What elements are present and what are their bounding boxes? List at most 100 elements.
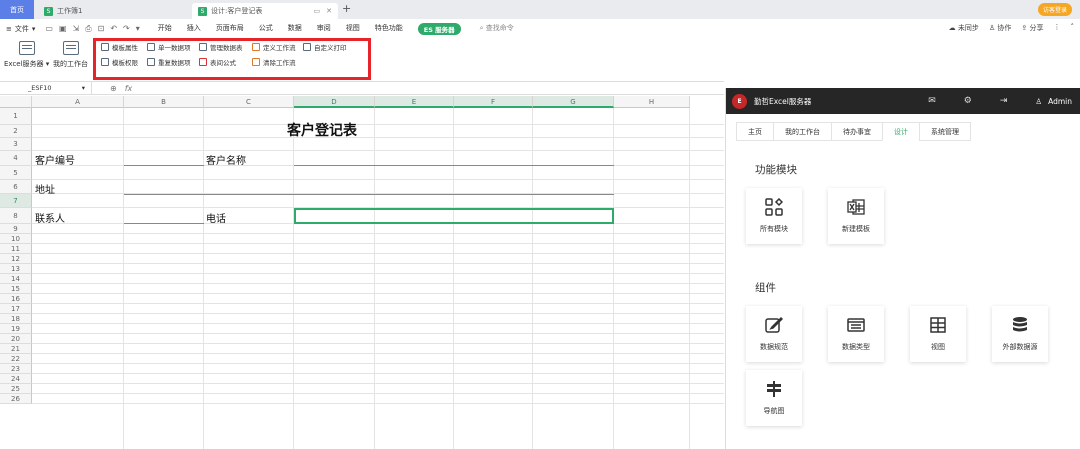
row-header-9[interactable]: 9 [0,224,32,234]
menu-item-page-layout[interactable]: 页面布局 [216,23,244,35]
all-modules-card[interactable]: 所有模块 [746,188,802,244]
close-icon[interactable]: ✕ [326,7,332,15]
row-header-15[interactable]: 15 [0,284,32,294]
my-workbench-button[interactable]: 我的工作台 [53,41,88,69]
define-workflow-button[interactable]: 定义工作流 [252,42,296,52]
file-menu[interactable]: ≡ 文件 ▾ [6,24,35,34]
visitor-login-button[interactable]: 访客登录 [1037,3,1072,16]
row-header-1[interactable]: 1 [0,108,32,125]
new-tab-button[interactable]: + [342,2,351,15]
tab-design[interactable]: S 设计:客户登记表 ▭ ✕ [192,3,338,19]
print-icon[interactable]: ⎙ [85,24,91,34]
row-header-26[interactable]: 26 [0,394,32,404]
row-header-22[interactable]: 22 [0,354,32,364]
tab-design[interactable]: 设计 [882,122,919,141]
data-spec-card[interactable]: 数据规范 [746,306,802,362]
formula-bar: _ESF10 ▾ ⊕ fx [0,81,724,95]
menu-item-view[interactable]: 视图 [346,23,360,35]
row-header-24[interactable]: 24 [0,374,32,384]
tab-system-admin[interactable]: 系统管理 [919,122,971,141]
column-header-b[interactable]: B [124,96,204,108]
data-type-card[interactable]: 数据类型 [828,306,884,362]
repeat-data-item-button[interactable]: 重复数据项 [147,57,191,67]
column-header-h[interactable]: H [614,96,690,108]
row-header-3[interactable]: 3 [0,138,32,151]
fx-icon[interactable]: fx [125,84,133,93]
row-header-4[interactable]: 4 [0,151,32,166]
preview-icon[interactable]: ⊡ [98,24,105,34]
column-header-f[interactable]: F [454,96,533,108]
column-header-g[interactable]: G [533,96,614,108]
search-command[interactable]: ⌕ 查找命令 [480,23,514,35]
select-all-corner[interactable] [0,96,32,108]
row-gridline [32,179,724,180]
es-server-tab[interactable]: ES 服务器 [417,22,461,35]
custom-print-button[interactable]: 自定义打印 [303,42,347,52]
row-header-25[interactable]: 25 [0,384,32,394]
clear-workflow-button[interactable]: 清除工作流 [252,57,296,67]
tab-home[interactable]: 首页 [0,0,34,19]
gear-icon[interactable]: ⚙ [964,96,972,106]
row-header-20[interactable]: 20 [0,334,32,344]
chevron-up-icon[interactable]: ˄ [1071,23,1075,33]
tab-home[interactable]: 主页 [736,122,773,141]
row-header-6[interactable]: 6 [0,180,32,194]
more-icon[interactable]: ⋮ [1054,23,1061,33]
row-header-19[interactable]: 19 [0,324,32,334]
single-data-item-button[interactable]: 单一数据项 [147,42,191,52]
row-header-23[interactable]: 23 [0,364,32,374]
zoom-icon[interactable]: ⊕ [110,84,117,93]
column-header-a[interactable]: A [32,96,124,108]
sync-status[interactable]: ☁ 未同步 [949,23,979,33]
share-button[interactable]: ⇪ 分享 [1021,23,1043,33]
new-template-card[interactable]: 新建模板 [828,188,884,244]
column-header-e[interactable]: E [375,96,454,108]
row-header-8[interactable]: 8 [0,208,32,224]
row-header-12[interactable]: 12 [0,254,32,264]
menu-item-formulas[interactable]: 公式 [259,23,273,35]
menu-item-home[interactable]: 开始 [158,23,172,35]
column-header-c[interactable]: C [204,96,294,108]
redo-icon[interactable]: ↷ [123,24,130,34]
manage-tables-button[interactable]: 管理数据表 [199,42,243,52]
name-box[interactable]: _ESF10 ▾ [0,82,92,94]
column-header-d[interactable]: D [294,96,375,108]
save-icon[interactable]: ▣ [59,24,67,34]
undo-icon[interactable]: ↶ [110,24,117,34]
selected-cell[interactable] [294,208,614,224]
menu-item-insert[interactable]: 插入 [187,23,201,35]
mail-icon[interactable]: ✉ [928,96,936,106]
chevron-down-icon[interactable]: ▾ [136,24,140,34]
external-datasource-card[interactable]: 外部数据源 [992,306,1048,362]
menu-item-data[interactable]: 数据 [288,23,302,35]
menu-item-review[interactable]: 审阅 [317,23,331,35]
row-header-5[interactable]: 5 [0,166,32,180]
row-header-14[interactable]: 14 [0,274,32,284]
row-header-16[interactable]: 16 [0,294,32,304]
user-menu[interactable]: ♙ Admin [1035,97,1072,106]
export-icon[interactable]: ⇲ [73,24,80,34]
spreadsheet-grid[interactable]: A B C D E F G H 1 2 3 4 5 6 7 8 9 10 11 12 13 14 15 16 17 18 19 20 2… [0,96,724,449]
excel-server-button[interactable]: Excel服务器 ▾ [4,41,49,69]
row-header-11[interactable]: 11 [0,244,32,254]
row-header-2[interactable]: 2 [0,125,32,138]
tab-todo[interactable]: 待办事宜 [831,122,882,141]
row-header-21[interactable]: 21 [0,344,32,354]
collaborate-button[interactable]: ♙ 协作 [989,23,1012,33]
row-header-13[interactable]: 13 [0,264,32,274]
inter-table-formula-button[interactable]: 表间公式 [199,57,236,67]
navigation-map-card[interactable]: 导航图 [746,370,802,426]
screen-icon[interactable]: ▭ [314,7,321,15]
tab-workbook[interactable]: S 工作簿1 [38,3,188,19]
export-icon[interactable]: ⇥ [1000,96,1008,106]
row-header-18[interactable]: 18 [0,314,32,324]
template-permissions-button[interactable]: 模板权限 [101,57,138,67]
menu-item-features[interactable]: 特色功能 [375,23,403,35]
open-folder-icon[interactable]: ▭ [45,24,53,34]
row-header-10[interactable]: 10 [0,234,32,244]
row-header-17[interactable]: 17 [0,304,32,314]
template-properties-button[interactable]: 模板属性 [101,42,138,52]
view-card[interactable]: 视图 [910,306,966,362]
tab-workbench[interactable]: 我的工作台 [773,122,831,141]
row-header-7[interactable]: 7 [0,194,32,208]
